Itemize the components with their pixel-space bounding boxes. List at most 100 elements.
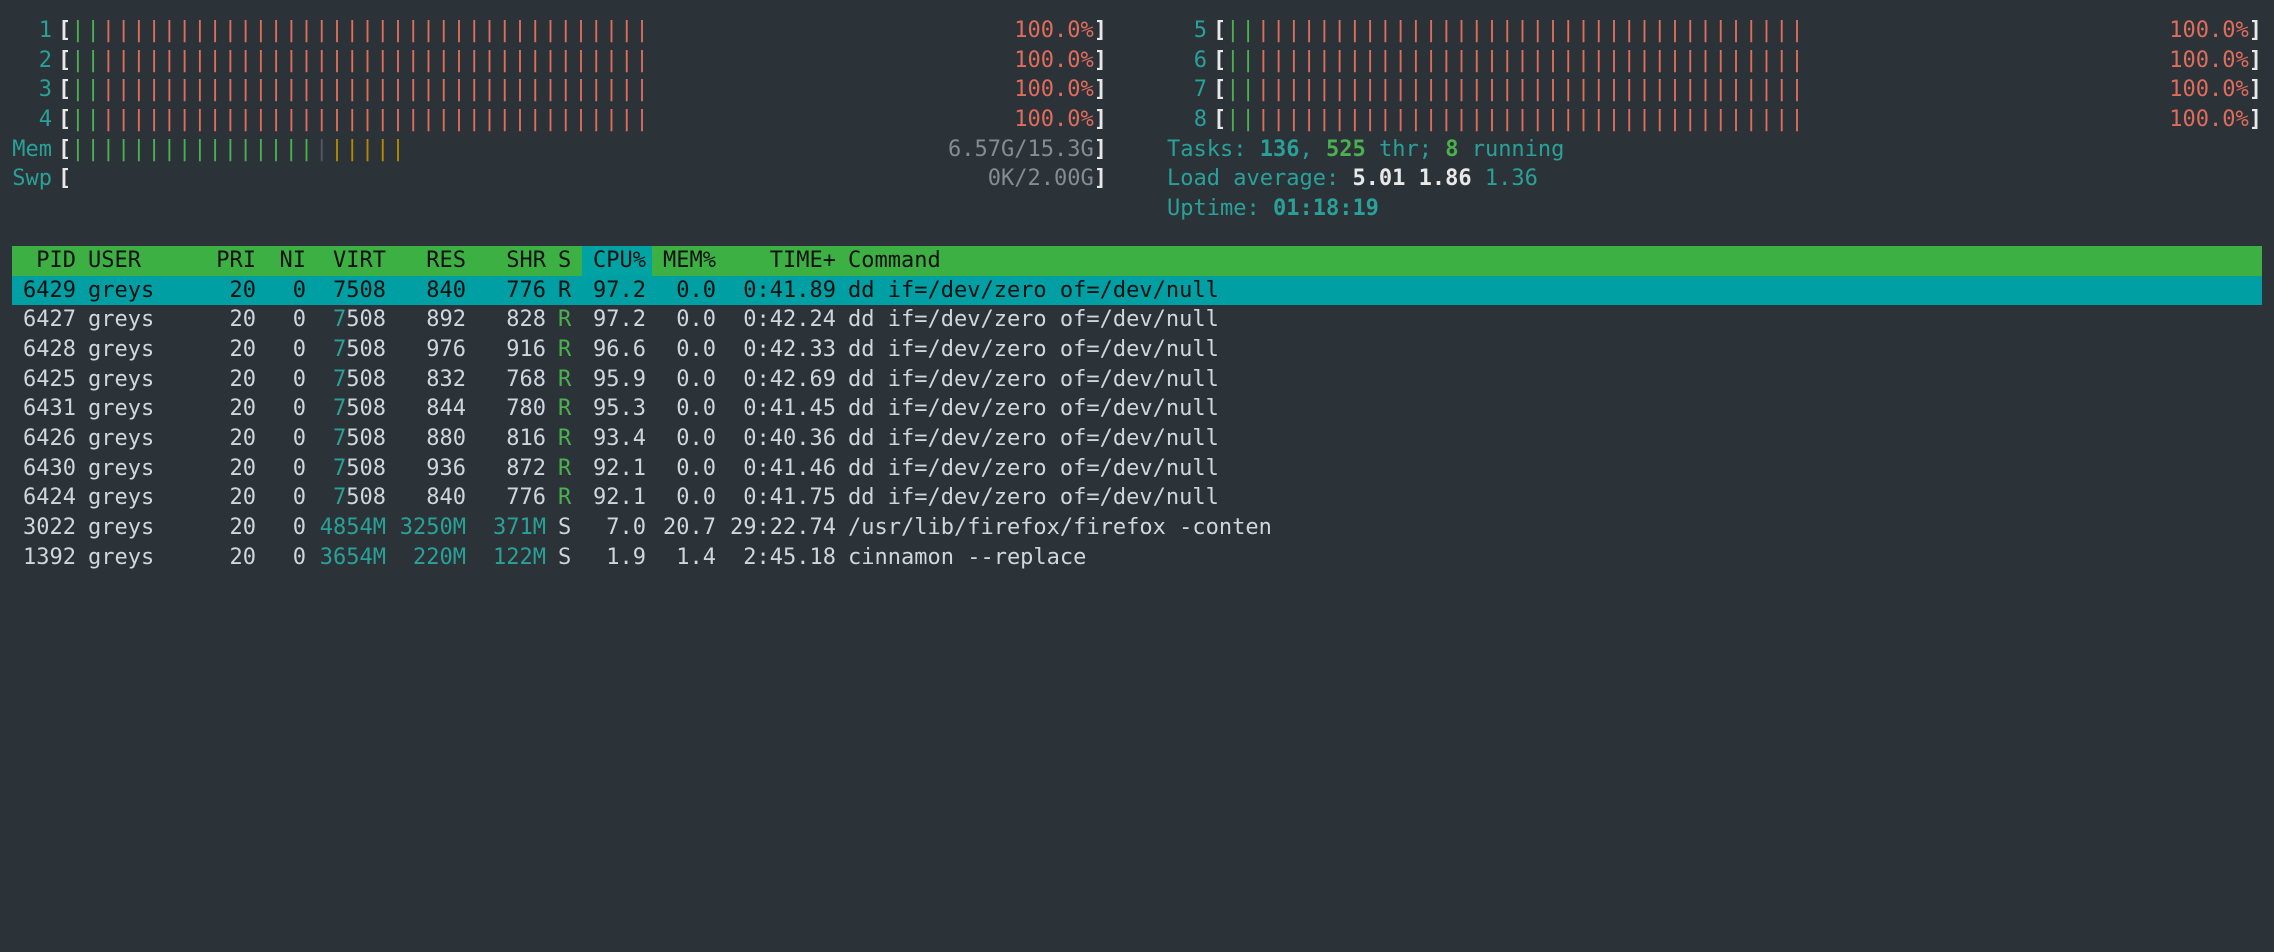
- cpu-meter-1: 1[||||||||||||||||||||||||||||||||||||||…: [12, 16, 1107, 46]
- process-row[interactable]: 6426greys2007508880816R93.40.00:40.36dd …: [12, 424, 2262, 454]
- cpu-meter-value: 100.0%: [2169, 16, 2248, 46]
- cell-ni: 0: [262, 305, 312, 335]
- cpu-meter-3: 3[||||||||||||||||||||||||||||||||||||||…: [12, 75, 1107, 105]
- col-virt[interactable]: VIRT: [312, 246, 392, 276]
- cell-command: /usr/lib/firefox/firefox -conten: [842, 513, 2262, 543]
- col-res[interactable]: RES: [392, 246, 472, 276]
- cell-pid: 6427: [12, 305, 82, 335]
- cpu-meter-label: 2: [12, 46, 58, 76]
- col-pid[interactable]: PID: [12, 246, 82, 276]
- col-command[interactable]: Command: [842, 246, 2262, 276]
- meters-left-column: 1[||||||||||||||||||||||||||||||||||||||…: [12, 16, 1107, 224]
- cell-command: dd if=/dev/zero of=/dev/null: [842, 305, 2262, 335]
- cell-pid: 3022: [12, 513, 82, 543]
- cell-mem: 0.0: [652, 276, 722, 306]
- process-table-header[interactable]: PID USER PRI NI VIRT RES SHR S CPU% MEM%…: [12, 246, 2262, 276]
- process-row[interactable]: 6427greys2007508892828R97.20.00:42.24dd …: [12, 305, 2262, 335]
- swap-value: 0K/2.00G: [988, 164, 1094, 194]
- process-row[interactable]: 6425greys2007508832768R95.90.00:42.69dd …: [12, 365, 2262, 395]
- cell-user: greys: [82, 483, 202, 513]
- cell-user: greys: [82, 543, 202, 573]
- cell-res: 844: [392, 394, 472, 424]
- cell-user: greys: [82, 305, 202, 335]
- cell-res: 3250M: [392, 513, 472, 543]
- cell-time: 0:42.69: [722, 365, 842, 395]
- process-row[interactable]: 6429greys2007508840776R97.20.00:41.89dd …: [12, 276, 2262, 306]
- cell-pri: 20: [202, 513, 262, 543]
- cell-time: 2:45.18: [722, 543, 842, 573]
- meters-section: 1[||||||||||||||||||||||||||||||||||||||…: [12, 16, 2262, 224]
- cell-pid: 1392: [12, 543, 82, 573]
- cell-res: 832: [392, 365, 472, 395]
- cpu-meter-label: 5: [1167, 16, 1213, 46]
- process-table[interactable]: PID USER PRI NI VIRT RES SHR S CPU% MEM%…: [12, 246, 2262, 573]
- cell-cpu: 97.2: [582, 276, 652, 306]
- cell-cpu: 92.1: [582, 454, 652, 484]
- cell-mem: 0.0: [652, 424, 722, 454]
- cpu-meter-label: 1: [12, 16, 58, 46]
- cell-command: dd if=/dev/zero of=/dev/null: [842, 394, 2262, 424]
- cell-res: 892: [392, 305, 472, 335]
- cell-command: dd if=/dev/zero of=/dev/null: [842, 276, 2262, 306]
- process-row[interactable]: 6430greys2007508936872R92.10.00:41.46dd …: [12, 454, 2262, 484]
- cell-ni: 0: [262, 543, 312, 573]
- cell-shr: 768: [472, 365, 552, 395]
- mem-label: Mem: [12, 135, 58, 165]
- cell-ni: 0: [262, 335, 312, 365]
- cpu-meter-label: 3: [12, 75, 58, 105]
- col-state[interactable]: S: [552, 246, 582, 276]
- cell-shr: 828: [472, 305, 552, 335]
- cell-pid: 6431: [12, 394, 82, 424]
- cpu-meter-5: 5[||||||||||||||||||||||||||||||||||||||…: [1167, 16, 2262, 46]
- col-user[interactable]: USER: [82, 246, 202, 276]
- cell-ni: 0: [262, 276, 312, 306]
- cpu-meter-value: 100.0%: [1014, 16, 1093, 46]
- cell-virt: 7508: [312, 483, 392, 513]
- cell-res: 840: [392, 483, 472, 513]
- cell-virt: 7508: [312, 394, 392, 424]
- cpu-meter-7: 7[||||||||||||||||||||||||||||||||||||||…: [1167, 75, 2262, 105]
- process-row[interactable]: 1392greys2003654M220M122MS1.91.42:45.18c…: [12, 543, 2262, 573]
- process-row[interactable]: 6431greys2007508844780R95.30.00:41.45dd …: [12, 394, 2262, 424]
- col-mem[interactable]: MEM%: [652, 246, 722, 276]
- cell-virt: 7508: [312, 365, 392, 395]
- cell-state: R: [552, 394, 582, 424]
- process-row[interactable]: 6424greys2007508840776R92.10.00:41.75dd …: [12, 483, 2262, 513]
- cell-user: greys: [82, 454, 202, 484]
- cell-ni: 0: [262, 394, 312, 424]
- cell-mem: 0.0: [652, 394, 722, 424]
- cell-pri: 20: [202, 365, 262, 395]
- col-cpu[interactable]: CPU%: [582, 246, 652, 276]
- cpu-meter-value: 100.0%: [1014, 75, 1093, 105]
- cell-res: 220M: [392, 543, 472, 573]
- process-row[interactable]: 6428greys2007508976916R96.60.00:42.33dd …: [12, 335, 2262, 365]
- col-ni[interactable]: NI: [262, 246, 312, 276]
- col-time[interactable]: TIME+: [722, 246, 842, 276]
- cell-time: 0:41.45: [722, 394, 842, 424]
- cpu-meter-value: 100.0%: [2169, 46, 2248, 76]
- cell-time: 29:22.74: [722, 513, 842, 543]
- process-row[interactable]: 3022greys2004854M3250M371MS7.020.729:22.…: [12, 513, 2262, 543]
- cell-virt: 7508: [312, 276, 392, 306]
- cell-mem: 1.4: [652, 543, 722, 573]
- cell-state: R: [552, 365, 582, 395]
- cell-res: 840: [392, 276, 472, 306]
- cell-user: greys: [82, 365, 202, 395]
- cell-user: greys: [82, 513, 202, 543]
- cell-time: 0:41.89: [722, 276, 842, 306]
- cell-cpu: 95.9: [582, 365, 652, 395]
- cell-ni: 0: [262, 483, 312, 513]
- mem-value: 6.57G/15.3G: [948, 135, 1094, 165]
- cpu-meter-8: 8[||||||||||||||||||||||||||||||||||||||…: [1167, 105, 2262, 135]
- col-pri[interactable]: PRI: [202, 246, 262, 276]
- cell-pid: 6425: [12, 365, 82, 395]
- cell-state: R: [552, 305, 582, 335]
- cell-res: 936: [392, 454, 472, 484]
- cell-ni: 0: [262, 424, 312, 454]
- col-shr[interactable]: SHR: [472, 246, 552, 276]
- cell-shr: 371M: [472, 513, 552, 543]
- cell-command: dd if=/dev/zero of=/dev/null: [842, 424, 2262, 454]
- cell-state: S: [552, 513, 582, 543]
- cell-pri: 20: [202, 394, 262, 424]
- cell-ni: 0: [262, 513, 312, 543]
